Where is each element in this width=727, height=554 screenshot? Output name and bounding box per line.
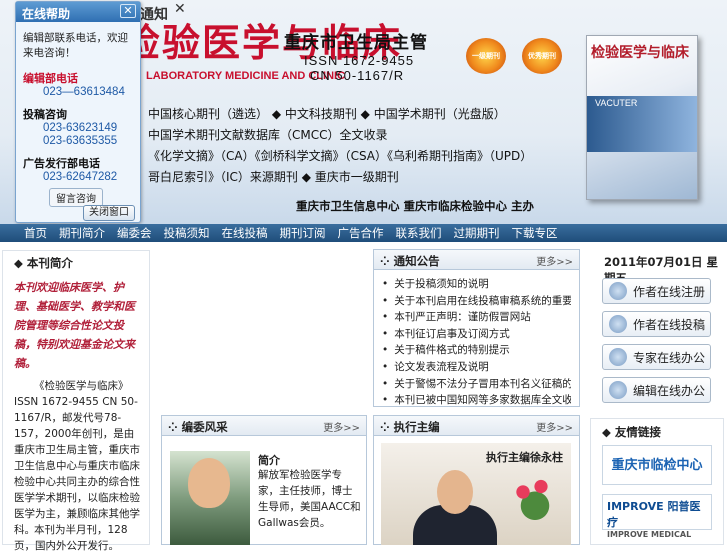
link-improve[interactable]: IMPROVE 阳普医疗 IMPROVE MEDICAL [602,494,712,539]
phone-number: 023-63635355 [43,135,118,147]
news-item[interactable]: 关于警惕不法分子冒用本刊名义征稿的声明 [382,376,571,393]
news-item[interactable]: 本刊征订启事及订阅方式 [382,326,571,343]
nav-item[interactable]: 期刊简介 [59,225,105,241]
button-label: 编辑在线办公 [633,383,706,398]
news-more-link[interactable]: 更多>> [536,253,573,268]
close-window-button[interactable]: 关闭窗口 [83,205,135,221]
author-register-button[interactable]: 作者在线注册 [602,278,711,304]
editor-name: 简介 [258,454,280,467]
phone-number: 023—63613484 [43,86,125,98]
index-line: 中国核心期刊（遴选） ◆ 中文科技期刊 ◆ 中国学术期刊（光盘版） [148,107,506,121]
phone-group-label: 编辑部电话 [23,72,78,85]
index-line: 中国学术期刊文献数据库（CMCC）全文收录 [148,128,388,142]
notice-label: 通知 [140,7,168,23]
editor-header: ⁘ 编委风采 更多>> [162,416,366,436]
link-improve-sub: IMPROVE MEDICAL [607,530,692,539]
link-improve-text: IMPROVE 阳普医疗 [607,500,701,529]
news-title: 通知公告 [393,254,440,268]
intro-body-2: 本刊为半月刊，128页，国内外公开发行。 [14,524,128,552]
popup-intro: 编辑部联系电话，欢迎来电咨询！ [23,32,128,59]
editor-more-link[interactable]: 更多>> [323,419,360,434]
links-title-text: 友情链接 [614,425,661,439]
news-item[interactable]: 关于投稿须知的说明 [382,276,571,293]
index-line: 《化学文摘》（CA）《剑桥科学文摘》（CSA）《乌利希期刊指南》（UPD） [148,149,533,163]
user-icon [609,282,627,300]
chief-caption: 执行主编徐永柱 [486,451,563,464]
nav-item[interactable]: 过期期刊 [454,225,500,241]
expert-office-button[interactable]: 专家在线办公 [602,344,711,370]
award-badge-icon: 优秀期刊 [522,38,562,74]
index-line: 哥白尼索引》（IC）来源期刊 ◆ 重庆市一级期刊 [148,170,399,184]
intro-title: ◆ 本刊简介 [14,256,73,270]
news-item[interactable]: 本刊严正声明：谨防假冒网站 [382,309,571,326]
link-lab-center[interactable]: 重庆市临检中心 [602,445,712,485]
help-popup: 在线帮助 ✕ 编辑部联系电话，欢迎来电咨询！ 编辑部电话 023—6361348… [15,1,141,223]
phone-number: 023-63623149 [43,122,118,134]
nav-item[interactable]: 期刊订阅 [280,225,326,241]
nav-item[interactable]: 投稿须知 [164,225,210,241]
popup-title-text: 在线帮助 [22,7,71,21]
issn-text: ISSN 1672-9455 [304,53,415,68]
editor-title: 编委风采 [181,420,228,434]
intro-slogan: 本刊欢迎临床医学、护理、基础医学、教学和医院管理等综合性论文投稿，特别欢迎基金论… [14,281,135,370]
chief-title: 执行主编 [393,420,440,434]
popup-title: 在线帮助 ✕ [16,2,140,22]
expert-icon [609,348,627,366]
news-item[interactable]: 关于本刊启用在线投稿审稿系统的重要通知 [382,293,571,310]
chief-header: ⁘ 执行主编 更多>> [374,416,579,436]
editor-office-button[interactable]: 编辑在线办公 [602,377,711,403]
main-nav: 首页 期刊简介 编委会 投稿须知 在线投稿 期刊订阅 广告合作 联系我们 过期期… [0,224,727,242]
cn-text: CN 50-1167/R [310,68,405,83]
news-item[interactable]: 本刊已被中国知网等多家数据库全文收录 [382,392,571,409]
links-title: ◆ 友情链接 [602,425,661,439]
author-submit-button[interactable]: 作者在线投稿 [602,311,711,337]
phone-group-label: 广告发行部电话 [23,157,100,170]
editor-text: 解放军检验医学专家，主任技师，博士生导师，美国AACC和Gallwas会员。 [258,469,361,529]
intro-body: 《检验医学与临床》ISSN 1672-9455 CN 50-1167/R，邮发代… [14,380,140,536]
news-item[interactable]: 关于稿件格式的特别提示 [382,342,571,359]
phone-group-label: 投稿咨询 [23,108,67,121]
sponsor-text: 重庆市卫生信息中心 重庆市临床检验中心 主办 [296,199,535,213]
award-badge-icon: 一级期刊 [466,38,506,74]
news-panel: ⁘ 通知公告更多>> 关于投稿须知的说明 关于本刊启用在线投稿审稿系统的重要通知… [373,249,580,407]
nav-item[interactable]: 编委会 [117,225,152,241]
intro-title-text: 本刊简介 [26,256,73,270]
news-header: ⁘ 通知公告 更多>> [374,250,579,270]
edit-icon [609,315,627,333]
journal-cover-image: 检验医学与临床 VACUTER [586,35,698,200]
document-icon [609,381,627,399]
editor-face [188,458,230,508]
flower-decoration [505,470,565,525]
chief-face [437,470,473,514]
button-label: 专家在线办公 [633,350,706,365]
nav-item[interactable]: 下载专区 [512,225,558,241]
authority-text: 重庆市卫生局主管 [284,33,428,53]
cover-title: 检验医学与临床 [591,45,689,61]
chief-more-link[interactable]: 更多>> [536,419,573,434]
nav-item[interactable]: 首页 [24,225,47,241]
close-icon[interactable]: ✕ [120,4,136,18]
nav-item[interactable]: 广告合作 [338,225,384,241]
button-label: 作者在线投稿 [633,317,706,332]
news-item[interactable]: 论文发表流程及说明 [382,359,571,376]
phone-number: 023-62647282 [43,171,118,183]
nav-item[interactable]: 联系我们 [396,225,442,241]
notice-close-icon[interactable]: ✕ [174,1,186,17]
button-label: 作者在线注册 [633,284,706,299]
cover-text: VACUTER [595,98,638,108]
nav-item[interactable]: 在线投稿 [222,225,268,241]
